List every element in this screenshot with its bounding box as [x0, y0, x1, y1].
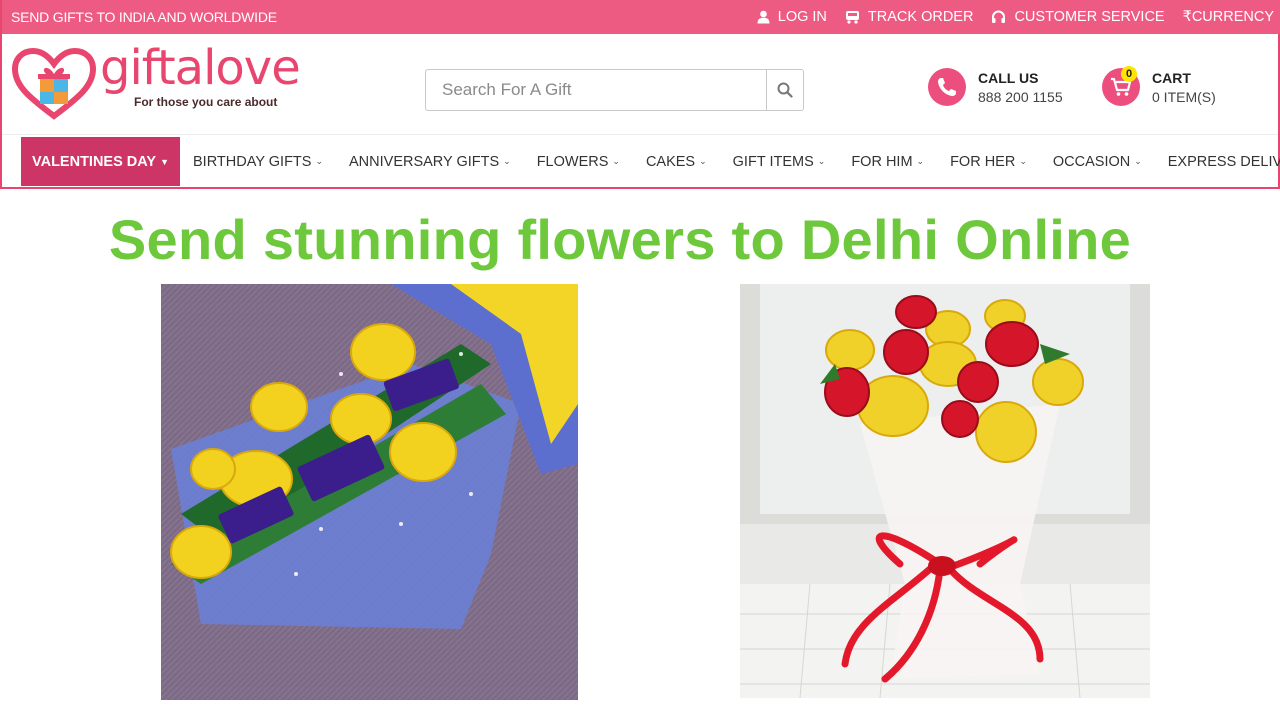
nav-label: FOR HIM	[851, 153, 913, 170]
chevron-down-icon: ⌄	[503, 156, 511, 166]
cart-icon: 0	[1102, 66, 1140, 106]
call-us[interactable]: CALL US 888 200 1155	[928, 68, 1063, 106]
nav-label: EXPRESS DELIVERY	[1167, 153, 1280, 170]
nav-label: ANNIVERSARY GIFTS	[349, 153, 500, 170]
chevron-down-icon: ▼	[160, 156, 170, 167]
phone-icon	[928, 68, 966, 106]
chevron-down-icon: ⌄	[916, 156, 925, 166]
nav-item-cakes[interactable]: CAKES ⌄	[633, 137, 720, 186]
nav-item-birthday-gifts[interactable]: BIRTHDAY GIFTS ⌄	[180, 137, 336, 186]
track-order-link[interactable]: TRACK ORDER	[845, 9, 974, 25]
search-input[interactable]	[425, 69, 766, 111]
nav-label: FOR HER	[950, 153, 1016, 170]
nav-item-valentines-day[interactable]: VALENTINES DAY ▼	[21, 137, 181, 186]
nav-item-flowers[interactable]: FLOWERS ⌄	[524, 137, 633, 186]
truck-icon	[845, 11, 859, 24]
gift-heart-logo-icon	[12, 48, 96, 120]
login-link[interactable]: LOG IN	[757, 9, 827, 25]
search-bar	[425, 69, 804, 111]
customer-service-label: CUSTOMER SERVICE	[1014, 9, 1165, 25]
nav-label: OCCASION	[1052, 153, 1131, 170]
search-button[interactable]	[766, 69, 804, 111]
cart-items: 0 ITEM(S)	[1152, 88, 1216, 105]
headset-icon	[992, 10, 1006, 23]
chevron-down-icon: ⌄	[817, 156, 826, 166]
banner-headline: Send stunning flowers to Delhi Online	[108, 208, 1132, 271]
nav-label: GIFT ITEMS	[732, 153, 814, 170]
chevron-down-icon: ⌄	[315, 156, 323, 166]
nav-label: BIRTHDAY GIFTS	[193, 153, 312, 170]
search-icon	[777, 82, 793, 98]
nav-divider	[2, 134, 1278, 135]
yellow-roses-chocolate-bouquet-image[interactable]	[161, 284, 578, 700]
nav-label: FLOWERS	[536, 153, 609, 170]
red-yellow-roses-bouquet-image[interactable]	[740, 284, 1150, 698]
login-label: LOG IN	[777, 9, 827, 25]
site-logo[interactable]: giftalove For those you care about	[12, 40, 312, 122]
brand-tagline: For those you care about	[134, 95, 278, 109]
nav-item-for-him[interactable]: FOR HIM ⌄	[838, 137, 937, 186]
main-nav: VALENTINES DAY ▼ BIRTHDAY GIFTS ⌄ ANNIVERS…	[21, 137, 1280, 186]
nav-label: CAKES	[645, 153, 696, 170]
nav-item-gift-items[interactable]: GIFT ITEMS ⌄	[720, 137, 839, 186]
phone-number: 888 200 1155	[978, 88, 1063, 105]
nav-label: VALENTINES DAY	[32, 153, 157, 170]
call-us-label: CALL US	[978, 69, 1039, 86]
site-header: SEND GIFTS TO INDIA AND WORLDWIDE LOG IN…	[0, 0, 1280, 189]
top-bar: SEND GIFTS TO INDIA AND WORLDWIDE LOG IN…	[2, 0, 1280, 34]
user-icon	[757, 10, 770, 24]
top-links: LOG IN TRACK ORDER CUSTOMER SERVICE ₹CUR…	[739, 0, 1274, 34]
chevron-down-icon: ⌄	[1019, 156, 1027, 166]
nav-item-for-her[interactable]: FOR HER ⌄	[937, 137, 1040, 186]
nav-item-express-delivery[interactable]: EXPRESS DELIVERY⌄	[1155, 137, 1280, 186]
cart-count-badge: 0	[1121, 66, 1137, 82]
track-order-label: TRACK ORDER	[867, 9, 974, 25]
chevron-down-icon: ⌄	[699, 156, 707, 166]
cart-label: CART	[1152, 69, 1191, 86]
chevron-down-icon: ⌄	[1134, 156, 1142, 166]
cart-info: CART 0 ITEM(S)	[1152, 70, 1216, 105]
currency-selector[interactable]: ₹CURRENCY	[1183, 9, 1274, 25]
cart[interactable]: 0 CART 0 ITEM(S)	[1102, 66, 1216, 106]
nav-item-anniversary-gifts[interactable]: ANNIVERSARY GIFTS ⌄	[336, 137, 524, 186]
call-us-info: CALL US 888 200 1155	[978, 70, 1063, 105]
brand-name: giftalove	[100, 40, 301, 96]
nav-item-occasion[interactable]: OCCASION ⌄	[1040, 137, 1155, 186]
chevron-down-icon: ⌄	[612, 156, 620, 166]
currency-label: ₹CURRENCY	[1182, 9, 1274, 25]
customer-service-link[interactable]: CUSTOMER SERVICE	[991, 9, 1165, 25]
promo-text: SEND GIFTS TO INDIA AND WORLDWIDE	[11, 9, 277, 25]
